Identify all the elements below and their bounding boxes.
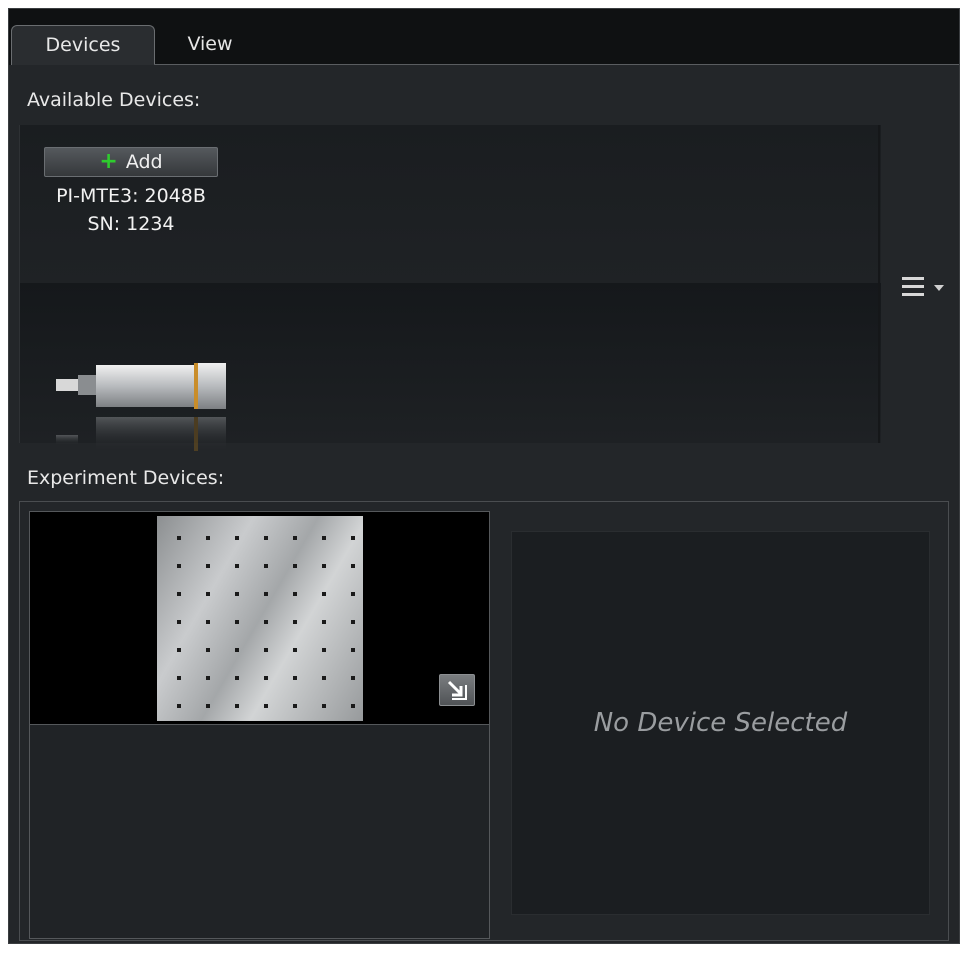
experiment-devices-label: Experiment Devices: [27,467,225,489]
options-menu-button[interactable] [902,277,952,303]
chevron-down-icon [934,285,944,291]
device-thumbnail [30,512,489,724]
device-serial-label: SN: 1234 [87,213,175,235]
device-detail-panel: No Device Selected [511,531,930,915]
available-devices-panel: + Add PI-MTE3: 2048B SN: 1234 [19,125,881,451]
device-model-label: PI-MTE3: 2048B [56,185,206,207]
add-button-label: Add [125,151,163,173]
tab-devices[interactable]: Devices [11,25,155,65]
sensor-image [157,516,363,721]
plus-icon: + [99,149,118,174]
card-divider [30,724,489,725]
experiment-device-card[interactable] [29,511,490,939]
tab-divider [154,64,959,65]
tab-bar: Devices View [9,9,959,65]
available-devices-label: Available Devices: [27,89,201,111]
camera-device-icon[interactable] [56,355,226,455]
tab-view[interactable]: View [155,25,265,65]
devices-window: Devices View Available Devices: + Add PI-… [8,8,960,944]
hamburger-menu-icon [902,277,924,301]
no-device-message: No Device Selected [593,708,848,738]
panel-edge [878,125,880,443]
expand-device-button[interactable] [439,674,475,706]
expand-arrow-icon [447,680,467,700]
add-device-button[interactable]: + Add [44,147,218,177]
